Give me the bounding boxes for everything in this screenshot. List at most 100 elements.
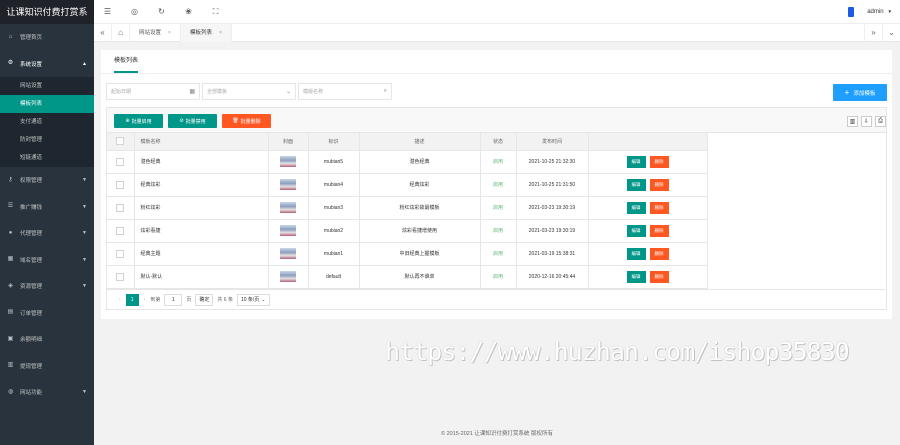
status-badge: 启用	[480, 150, 517, 174]
search-input[interactable]: 模版名称 ⌕	[298, 83, 392, 100]
row-select-cell[interactable]	[107, 173, 135, 197]
batch-enable-button[interactable]: ⊕ 批量启用	[114, 114, 163, 128]
checkbox[interactable]	[116, 226, 125, 235]
gear-icon: ⚙	[7, 60, 14, 67]
close-icon[interactable]: ×	[168, 24, 171, 42]
edit-button[interactable]: 编辑	[626, 247, 646, 260]
sidebar-subitem-templates[interactable]: 模板列表	[0, 95, 94, 113]
row-select-cell[interactable]	[107, 219, 135, 243]
plus-icon: +	[844, 88, 850, 97]
col-header-id[interactable]: 标识	[308, 133, 360, 151]
status-badge: 启用	[480, 219, 517, 243]
sidebar-item-domain[interactable]: ▦ 域名管理 ▼	[0, 247, 94, 274]
page-size-select[interactable]: 10 条/页 ⌄	[236, 293, 270, 306]
fullscreen-icon[interactable]: ⛶	[202, 7, 229, 17]
template-desc: 默认再不谁单	[359, 265, 481, 289]
checkbox[interactable]	[116, 203, 125, 212]
chevron-down-icon: ▼	[887, 9, 892, 14]
refresh-icon[interactable]: ↻	[148, 7, 175, 16]
row-select-cell[interactable]	[107, 265, 135, 289]
row-select-cell[interactable]	[107, 242, 135, 266]
tabs-bar: « ⌂ 网站设置 × 模板列表 × » ⌄	[94, 23, 900, 42]
edit-button[interactable]: 编辑	[626, 178, 646, 191]
sidebar-item-agent[interactable]: ● 代理管理 ▼	[0, 220, 94, 247]
export-icon[interactable]: ⇩	[861, 116, 872, 127]
edit-button[interactable]: 编辑	[626, 155, 646, 168]
row-select-cell[interactable]	[107, 150, 135, 174]
select-all-cell[interactable]	[107, 133, 135, 151]
row-select-cell[interactable]	[107, 196, 135, 220]
search-icon[interactable]: ⌕	[384, 88, 387, 95]
cover-thumbnail[interactable]	[280, 271, 296, 282]
checkbox[interactable]	[116, 249, 125, 258]
theme-icon[interactable]: ❀	[175, 7, 202, 16]
status-select[interactable]: 全部模板 ⌄	[202, 83, 296, 100]
print-icon[interactable]: ⎙	[875, 116, 886, 127]
sidebar-item-permission[interactable]: ⚷ 权限管理 ▼	[0, 167, 94, 194]
checkbox[interactable]	[116, 157, 125, 166]
user-menu[interactable]: admin ▼	[848, 6, 900, 17]
sidebar-item-promotion[interactable]: ☰ 推广赚钱 ▼	[0, 194, 94, 221]
tabs-prev-icon[interactable]: «	[94, 23, 112, 42]
prev-page-icon[interactable]: ‹	[119, 297, 121, 303]
col-header-status[interactable]: 状态	[480, 133, 517, 151]
tabs-menu-icon[interactable]: ⌄	[882, 23, 900, 42]
sidebar-subitem-site[interactable]: 网站设置	[0, 77, 94, 95]
col-header-name[interactable]: 模板名称	[134, 133, 269, 151]
sidebar-subitem-shortlink[interactable]: 短链通道	[0, 149, 94, 167]
checkbox[interactable]	[116, 272, 125, 281]
sidebar-item-system[interactable]: ⚙ 系统设置 ▲	[0, 51, 94, 78]
cover-thumbnail[interactable]	[280, 248, 296, 259]
next-page-icon[interactable]: ›	[144, 297, 146, 303]
delete-button[interactable]: 删除	[649, 247, 669, 260]
col-header-time[interactable]: 发布时间	[516, 133, 589, 151]
actions-cell: 编辑 删除	[588, 265, 708, 289]
template-desc: 炫彩看捷增使用	[359, 219, 481, 243]
batch-disable-button[interactable]: ⊘ 批量禁用	[168, 114, 217, 128]
cover-cell	[268, 150, 309, 174]
checkbox[interactable]	[116, 137, 125, 146]
edit-button[interactable]: 编辑	[626, 224, 646, 237]
sidebar-item-resource[interactable]: ◈ 资源管理 ▼	[0, 273, 94, 300]
col-header-desc[interactable]: 描述	[359, 133, 481, 151]
tab-template-list[interactable]: 模板列表 ×	[180, 23, 232, 42]
sidebar-item-orders[interactable]: ▤ 订单管理	[0, 300, 94, 327]
sidebar-item-withdraw[interactable]: ▥ 提现管理	[0, 353, 94, 380]
sidebar-subitem-antiblock[interactable]: 防封管理	[0, 131, 94, 149]
template-id: default	[308, 265, 360, 289]
tab-site-settings[interactable]: 网站设置 ×	[130, 23, 181, 42]
ban-icon: ⊘	[179, 118, 184, 124]
close-icon[interactable]: ×	[219, 24, 222, 42]
col-header-cover[interactable]: 封面	[268, 133, 309, 151]
sidebar-item-home[interactable]: ⌂ 管理首页	[0, 24, 94, 51]
date-filter[interactable]: 起始日期 ▦	[106, 83, 200, 100]
delete-button[interactable]: 删除	[649, 270, 669, 283]
edit-button[interactable]: 编辑	[626, 201, 646, 214]
publish-time: 2021-10-25 21:31:50	[516, 173, 589, 197]
delete-button[interactable]: 删除	[649, 201, 669, 214]
edit-button[interactable]: 编辑	[626, 270, 646, 283]
batch-delete-button[interactable]: 🗑 批量删除	[222, 114, 271, 128]
main-panel: 模板列表 起始日期 ▦ 全部模板 ⌄ 模版名称 ⌕ + 添加模板 ⊕ 批量启用 ⊘ 批量禁用…	[101, 50, 892, 319]
page-current[interactable]: 1	[125, 293, 139, 306]
cover-thumbnail[interactable]	[280, 156, 296, 167]
columns-icon[interactable]: ▥	[847, 116, 858, 127]
tabs-next-icon[interactable]: »	[864, 23, 882, 42]
cover-thumbnail[interactable]	[280, 179, 296, 190]
delete-button[interactable]: 删除	[649, 155, 669, 168]
confirm-button[interactable]: 确定	[195, 293, 214, 306]
sidebar-subitem-payment[interactable]: 支付通道	[0, 113, 94, 131]
sidebar-item-balance[interactable]: ▣ 余额明细	[0, 326, 94, 353]
cover-thumbnail[interactable]	[280, 202, 296, 213]
globe-icon[interactable]: ◎	[121, 7, 148, 16]
menu-toggle-icon[interactable]: ☰	[94, 7, 121, 16]
checkbox[interactable]	[116, 180, 125, 189]
user-icon: ●	[8, 229, 13, 236]
add-template-button[interactable]: + 添加模板	[833, 84, 887, 101]
delete-button[interactable]: 删除	[649, 224, 669, 237]
cover-thumbnail[interactable]	[280, 225, 296, 236]
tab-home-icon[interactable]: ⌂	[112, 23, 130, 42]
sidebar-item-site-functions[interactable]: ◍ 网站功能 ▼	[0, 379, 94, 406]
delete-button[interactable]: 删除	[649, 178, 669, 191]
page-input[interactable]: 1	[164, 293, 183, 306]
